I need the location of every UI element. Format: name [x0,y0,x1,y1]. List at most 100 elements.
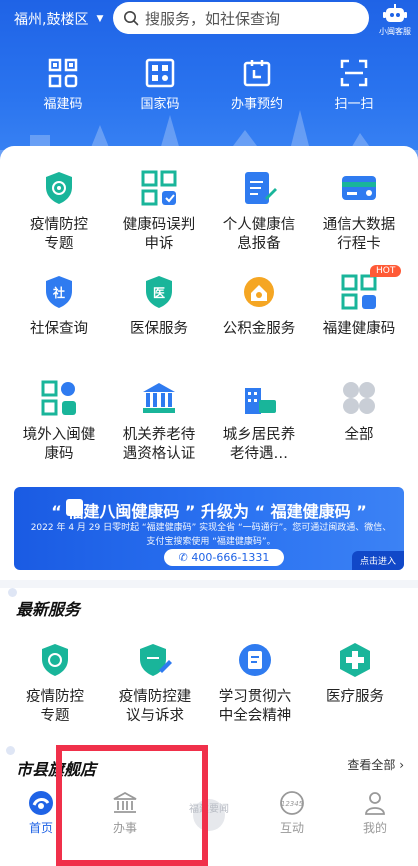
user-profile-icon [365,792,385,815]
location-selector[interactable]: 福州,鼓楼区 ▼ [14,9,103,29]
tab-news[interactable]: 福建要闻 [174,798,244,835]
location-label: 福州,鼓楼区 [14,12,89,28]
grid-label-line1: 通信大数据 [322,217,396,233]
tab-interaction[interactable]: 12345 互动 [257,790,327,836]
scan-icon [340,59,368,87]
shield-virus-icon [39,168,79,208]
grid-label-line2: 专题 [44,236,74,252]
grid-item-all[interactable]: 全部 [307,378,411,445]
latest-label-line2: 中全会精神 [218,708,292,724]
form-pen-icon [239,168,279,208]
grid-item-personal-health[interactable]: 个人健康信 息报备 [207,168,311,254]
hot-badge: HOT [370,265,402,277]
section-title: 最新服务 [16,600,81,619]
government-building-icon [113,791,137,813]
grid-label-line1: 全部 [344,427,374,443]
section-title: 市县旗舰店 [16,760,97,779]
latest-item-suggestions[interactable]: 疫情防控建 议与诉求 [103,640,207,726]
section-divider [0,580,418,588]
document-study-icon [235,640,275,680]
grid-label-line1: 福建健康码 [322,321,396,337]
home-icon [29,791,53,815]
hotline-12345-icon: 12345 [280,791,304,815]
grid-label-line2: 康码 [44,446,74,462]
medical-insurance-icon: 医 [139,272,179,312]
grid-label-line1: 疫情防控 [30,217,88,233]
grid-item-housing-fund[interactable]: 公积金服务 [207,272,311,339]
national-qr-icon [145,58,175,88]
grid-label-line1: 个人健康信 [222,217,296,233]
latest-label-line1: 医疗服务 [326,689,384,705]
tab-home[interactable]: 首页 [6,790,76,836]
grid-item-social-security[interactable]: 社 社保查询 [7,272,111,339]
svg-text:医: 医 [153,286,165,300]
banner-phone: ✆ 400-666-1331 [164,549,284,566]
latest-label-line2: 专题 [40,708,70,724]
quick-label: 扫一扫 [334,97,374,112]
latest-item-epidemic[interactable]: 疫情防控 专题 [3,640,107,726]
shield-virus-icon [35,640,75,680]
quick-national-code[interactable]: 国家码 [120,58,200,112]
grid-label-line1: 公积金服务 [222,321,296,337]
quick-label: 办事预约 [230,97,283,112]
grid-item-epidemic[interactable]: 疫情防控 专题 [7,168,111,254]
health-qr-icon [339,272,379,312]
grid-label-line2: 行程卡 [337,236,381,252]
search-bar[interactable]: 搜服务，如社保查询 [113,2,369,34]
top-bar: 福州,鼓楼区 ▼ 搜服务，如社保查询 小闽客服 [0,0,418,42]
quick-scan[interactable]: 扫一扫 [314,58,394,112]
all-apps-icon [339,378,379,418]
quick-label: 国家码 [140,97,180,112]
view-all-link[interactable]: 查看全部 › [347,756,404,773]
banner-desc-line2: 支付宝搜索使用 “福建健康码”。 [146,537,276,547]
decoration-dot [6,746,15,755]
quick-actions: 福建码 国家码 办事预约 扫一扫 [0,58,418,128]
grid-item-medical-insurance[interactable]: 医 医保服务 [107,272,211,339]
grid-label-line1: 健康码误判 [122,217,196,233]
latest-label-line1: 疫情防控 [26,689,84,705]
card-icon [339,168,379,208]
tab-label: 我的 [362,821,387,835]
grid-item-fujian-health-code[interactable]: 福建健康码 [307,272,411,339]
tab-label: 首页 [28,821,53,835]
latest-item-medical[interactable]: 医疗服务 [303,640,407,707]
quick-fujian-code[interactable]: 福建码 [23,58,103,112]
grid-item-travel-card[interactable]: 通信大数据 行程卡 [307,168,411,254]
grid-label-line2: 老待遇… [230,446,288,462]
search-icon [124,11,139,26]
grid-label-line2: 遇资格认证 [122,446,196,462]
grid-item-overseas-code[interactable]: 境外入闽健 康码 [7,378,111,464]
banner-phone-number: 400-666-1331 [191,551,270,564]
latest-label-line1: 学习贯彻六 [218,689,292,705]
grid-item-resident-pension[interactable]: 城乡居民养老待遇… [207,378,311,464]
quick-appointment[interactable]: 办事预约 [217,58,297,112]
grid-label-line1: 境外入闽健 [22,427,96,443]
robot-icon [383,4,407,22]
customer-service-button[interactable]: 小闽客服 [378,0,412,37]
globe-qr-icon [39,378,79,418]
svg-text:12345: 12345 [281,800,304,808]
banner-enter-button[interactable]: 点击进入 [351,551,404,570]
banner-description: 2022 年 4 月 29 日零时起 “福建健康码” 实现全省 “一码通行”。您… [26,521,396,549]
robot-label: 小闽客服 [379,27,411,36]
tab-affairs[interactable]: 办事 [90,790,160,836]
banner-desc-line1: 2022 年 4 月 29 日零时起 “福建健康码” 实现全省 “一码通行”。您… [30,523,392,533]
search-placeholder: 搜服务，如社保查询 [145,9,281,28]
phone-icon: ✆ [178,551,192,564]
medical-cross-icon [335,640,375,680]
latest-label-line1: 疫情防控建 [118,689,192,705]
grid-item-health-code-appeal[interactable]: 健康码误判 申诉 [107,168,211,254]
quick-label: 福建码 [43,97,83,112]
calendar-icon [243,60,271,87]
latest-item-study[interactable]: 学习贯彻六中全会精神 [203,640,307,726]
health-code-upgrade-banner[interactable]: “ 福建八闽健康码 ” 升级为 “ 福建健康码 ” 2022 年 4 月 29 … [14,487,404,570]
shield-edit-icon [135,640,175,680]
housing-fund-icon [239,272,279,312]
grid-item-pension-cert[interactable]: 机关养老待 遇资格认证 [107,378,211,464]
latest-label-line2: 议与诉求 [126,708,184,724]
grid-label-line2: 息报备 [237,236,281,252]
tab-profile[interactable]: 我的 [340,790,410,836]
tab-label: 福建要闻 [189,804,229,815]
grid-label-line1: 城乡居民养 [222,427,296,443]
tab-label: 办事 [112,821,137,835]
